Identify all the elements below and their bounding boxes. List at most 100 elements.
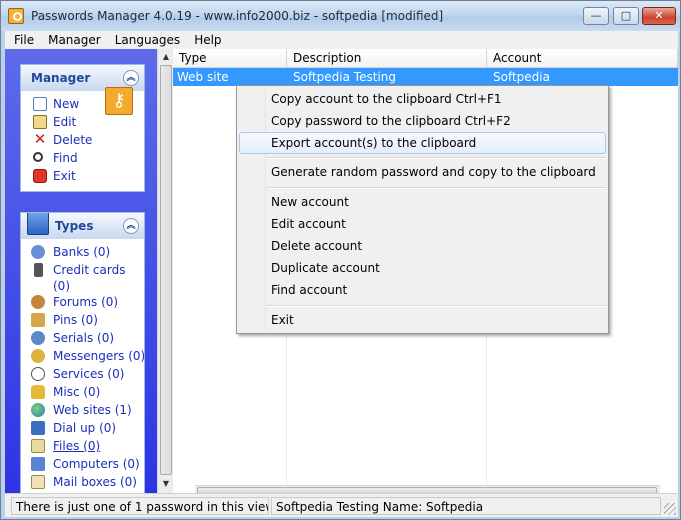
mail-icon: [31, 475, 45, 489]
app-lock-icon: [8, 8, 24, 24]
left-pane-scrollbar[interactable]: ▲ ▼: [157, 49, 173, 493]
window-title: Passwords Manager 4.0.19 - www.info2000.…: [31, 9, 444, 23]
ctx-generate-password[interactable]: Generate random password and copy to the…: [239, 161, 606, 183]
types-item-banks[interactable]: Banks (0): [29, 243, 144, 261]
column-header-account[interactable]: Account: [487, 49, 678, 68]
folder-icon: [31, 439, 45, 453]
manager-item-label: Delete: [53, 133, 93, 147]
phone-icon: [31, 421, 45, 435]
menu-bar: File Manager Languages Help: [5, 31, 678, 49]
types-item-label: Messengers (0): [53, 349, 145, 363]
types-item-label: Computers (0): [53, 457, 140, 471]
menu-manager[interactable]: Manager: [41, 31, 108, 49]
collapse-chevron-icon[interactable]: ︽: [123, 218, 139, 234]
manager-item-label: Edit: [53, 115, 77, 129]
types-item-computers[interactable]: Computers (0): [29, 455, 144, 473]
types-item-label: Banks (0): [53, 245, 111, 259]
ctx-delete-account[interactable]: Delete account: [239, 235, 606, 257]
status-selection: Softpedia Testing Name: Softpedia: [271, 497, 661, 515]
key-icon: ⚷: [105, 87, 133, 115]
cell-type: Web site: [177, 70, 229, 84]
types-item-label: Forums (0): [53, 295, 119, 309]
types-group: Types ︽ Banks (0) Credit cards (0) Forum…: [20, 212, 145, 494]
manager-item-exit[interactable]: Exit: [31, 167, 144, 185]
notebook-icon: [27, 213, 49, 235]
types-item-forums[interactable]: Forums (0): [29, 293, 144, 311]
manager-group: Manager ︽ New Edit ✕ Delete Find Exit ⚷: [20, 64, 145, 192]
close-button[interactable]: ✕: [642, 7, 676, 25]
types-item-files[interactable]: Files (0): [29, 437, 144, 455]
cell-description: Softpedia Testing: [293, 70, 396, 84]
types-item-label: Services (0): [53, 367, 125, 381]
minimize-button[interactable]: —: [583, 7, 609, 25]
ctx-duplicate-account[interactable]: Duplicate account: [239, 257, 606, 279]
status-message: There is just one of 1 password in this …: [11, 497, 269, 515]
types-item-misc[interactable]: Misc (0): [29, 383, 144, 401]
clock-icon: [31, 367, 45, 381]
types-item-services[interactable]: Services (0): [29, 365, 144, 383]
title-bar[interactable]: Passwords Manager 4.0.19 - www.info2000.…: [1, 1, 680, 31]
scrollbar-thumb[interactable]: [160, 65, 172, 475]
types-item-pins[interactable]: Pins (0): [29, 311, 144, 329]
left-task-pane: Manager ︽ New Edit ✕ Delete Find Exit ⚷ …: [5, 49, 157, 494]
types-item-mail-boxes[interactable]: Mail boxes (0): [29, 473, 144, 491]
bank-icon: [31, 245, 45, 259]
types-group-body: Banks (0) Credit cards (0) Forums (0) Pi…: [21, 239, 144, 493]
types-item-label: Dial up (0): [53, 421, 117, 435]
column-header-description[interactable]: Description: [287, 49, 487, 68]
manager-item-edit[interactable]: Edit: [31, 113, 144, 131]
scroll-up-arrow-icon[interactable]: ▲: [161, 52, 171, 62]
status-bar: There is just one of 1 password in this …: [5, 493, 678, 517]
types-item-label: Files (0): [53, 439, 101, 453]
menu-file[interactable]: File: [5, 31, 41, 49]
column-header-type[interactable]: Type: [173, 49, 287, 68]
types-item-label: Credit cards (0): [53, 263, 126, 293]
manager-item-label: Exit: [53, 169, 76, 183]
types-group-header[interactable]: Types ︽: [21, 213, 144, 239]
menu-separator: [267, 157, 606, 159]
pin-icon: [31, 313, 45, 327]
ctx-export-accounts[interactable]: Export account(s) to the clipboard: [239, 132, 606, 154]
manager-item-delete[interactable]: ✕ Delete: [31, 131, 144, 149]
app-window: Passwords Manager 4.0.19 - www.info2000.…: [0, 0, 681, 520]
menu-languages[interactable]: Languages: [108, 31, 187, 49]
globe-icon: [31, 403, 45, 417]
ctx-edit-account[interactable]: Edit account: [239, 213, 606, 235]
cell-account: Softpedia: [493, 70, 550, 84]
table-row[interactable]: Web site Softpedia Testing Softpedia: [173, 68, 678, 86]
manager-group-title: Manager: [31, 71, 91, 85]
types-item-label: Misc (0): [53, 385, 101, 399]
manager-group-body: New Edit ✕ Delete Find Exit ⚷: [21, 87, 144, 191]
ctx-copy-account[interactable]: Copy account to the clipboard Ctrl+F1: [239, 88, 606, 110]
types-group-title: Types: [55, 219, 94, 233]
menu-help[interactable]: Help: [187, 31, 228, 49]
ctx-exit[interactable]: Exit: [239, 309, 606, 331]
types-item-serials[interactable]: Serials (0): [29, 329, 144, 347]
types-item-label: Pins (0): [53, 313, 98, 327]
types-item-label: Mail boxes (0): [53, 475, 137, 489]
maximize-button[interactable]: □: [613, 7, 639, 25]
types-item-credit-cards[interactable]: Credit cards (0): [29, 261, 144, 293]
context-menu: Copy account to the clipboard Ctrl+F1 Co…: [236, 85, 609, 334]
manager-item-find[interactable]: Find: [31, 149, 144, 167]
menu-separator: [267, 187, 606, 189]
magnifier-icon: [33, 152, 43, 162]
types-item-dial-up[interactable]: Dial up (0): [29, 419, 144, 437]
ctx-new-account[interactable]: New account: [239, 191, 606, 213]
manager-item-label: New: [53, 97, 80, 111]
menu-separator: [267, 305, 606, 307]
resize-grip-icon[interactable]: [664, 503, 676, 515]
ctx-copy-password[interactable]: Copy password to the clipboard Ctrl+F2: [239, 110, 606, 132]
manager-item-label: Find: [53, 151, 78, 165]
delete-x-icon: ✕: [33, 130, 47, 148]
types-item-label: Serials (0): [53, 331, 115, 345]
types-item-web-sites[interactable]: Web sites (1): [29, 401, 144, 419]
collapse-chevron-icon[interactable]: ︽: [123, 70, 139, 86]
types-item-messengers[interactable]: Messengers (0): [29, 347, 144, 365]
ctx-find-account[interactable]: Find account: [239, 279, 606, 301]
serial-icon: [31, 331, 45, 345]
exit-icon: [33, 169, 47, 183]
scroll-down-arrow-icon[interactable]: ▼: [161, 479, 171, 489]
computer-icon: [31, 457, 45, 471]
forum-users-icon: [31, 295, 45, 309]
